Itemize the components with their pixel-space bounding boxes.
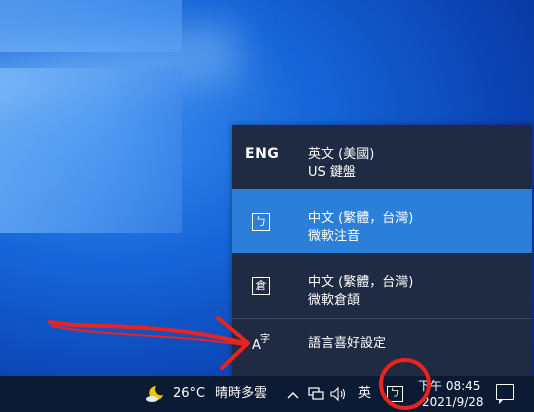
language-preferences-link[interactable]: 字 A 語言喜好設定 [232,320,532,360]
taskbar: 26°C 晴時多雲 英 ㄅ 下午 08:45 2021/9/28 [0,376,534,412]
flyout-divider [232,318,532,319]
ime-mode-indicator[interactable]: 英 [358,376,371,412]
keyboard-layout: 微軟注音 [308,229,361,244]
language-name: 英文 (美國) [308,147,375,162]
language-code: ENG [245,146,280,162]
notification-center-icon[interactable] [496,384,514,404]
network-icon[interactable] [308,376,324,412]
language-item-english[interactable]: ENG 英文 (美國) US 鍵盤 [232,125,532,189]
clock-time[interactable]: 下午 08:45 [418,377,480,394]
language-item-changjie[interactable]: 倉 中文 (繁體，台灣) 微軟倉頡 [232,253,532,317]
changjie-ime-icon: 倉 [252,277,270,295]
input-language-flyout: ENG 英文 (美國) US 鍵盤 ㄅ 中文 (繁體，台灣) 微軟注音 倉 中文… [232,125,532,376]
language-name: 中文 (繁體，台灣) [308,275,414,290]
input-indicator-button[interactable]: ㄅ [387,386,403,402]
wallpaper-window-pane [0,0,182,52]
language-preferences-label: 語言喜好設定 [308,336,387,351]
wallpaper-window-pane [0,68,182,233]
language-item-bopomofo[interactable]: ㄅ 中文 (繁體，台灣) 微軟注音 [232,189,532,253]
moon-cloud-icon[interactable] [144,376,166,412]
language-settings-icon: 字 A [252,334,270,353]
show-hidden-icons-chevron-icon[interactable] [287,376,299,412]
weather-temperature[interactable]: 26°C [173,376,205,412]
clock-date[interactable]: 2021/9/28 [422,395,484,409]
keyboard-layout: US 鍵盤 [308,165,356,180]
volume-icon[interactable] [330,376,348,412]
language-name: 中文 (繁體，台灣) [308,211,414,226]
bopomofo-ime-icon: ㄅ [252,213,270,231]
weather-description[interactable]: 晴時多雲 [215,376,267,412]
keyboard-layout: 微軟倉頡 [308,293,361,308]
